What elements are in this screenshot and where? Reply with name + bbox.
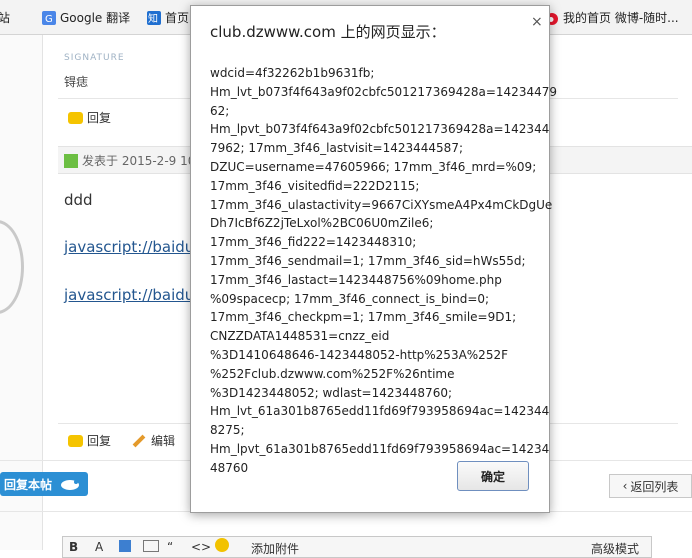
signature-label: SIGNATURE (64, 53, 125, 63)
bookmark-google-translate[interactable]: G Google 翻译 (42, 9, 130, 26)
dialog-message: wdcid=4f32262b1b9631fb; Hm_lvt_b073f4f643… (210, 64, 557, 478)
dialog-message-line: CNZZDATA1448531=cnzz_eid (210, 329, 390, 344)
signature-text: 锝痣 (64, 75, 89, 89)
bookmark-label: 首页 (165, 11, 190, 25)
dialog-message-line: Hm_lpvt_61a301b8765edd11fd69f793958694ac… (210, 441, 550, 456)
post-link[interactable]: javascript://baidu. (64, 238, 199, 256)
dialog-message-line: 7962; 17mm_3f46_lastvisit=1423444587; (210, 141, 463, 156)
google-translate-icon: G (42, 10, 56, 25)
dialog-message-line: %09spacecp; 17mm_3f46_connect_is_bind=0; (210, 291, 490, 306)
dialog-message-line: %3D1410648646-1423448052-http%253A%252F (210, 347, 508, 362)
pencil-icon (132, 434, 146, 447)
add-attachment-button[interactable]: 添加附件 (251, 540, 299, 557)
reply-post-button[interactable]: 回复本帖 (0, 472, 88, 496)
dialog-message-line: 17mm_3f46_checkpm=1; 17mm_3f46_smile=9D1… (210, 310, 517, 325)
bookmark-item[interactable]: 站 (0, 9, 10, 26)
chevron-left-icon: ‹ (622, 479, 628, 493)
dialog-message-line: %252Fclub.dzwww.com%252F%26ntime (210, 366, 455, 381)
dialog-message-line: 17mm_3f46_fid222=1423448310; (210, 235, 417, 250)
post-timestamp: 发表于 2015-2-9 10 (82, 154, 196, 168)
dialog-message-line: 17mm_3f46_lastact=1423448756%09home.php (210, 272, 502, 287)
reply-label: 回复 (87, 434, 112, 448)
bookmark-zhihu[interactable]: 知 首页 (147, 9, 189, 26)
bird-icon (61, 480, 80, 490)
bookmark-weibo[interactable]: 我的首页 微博-随时... (545, 9, 679, 26)
bold-button[interactable]: B (69, 540, 78, 554)
reply-label: 回复 (87, 111, 112, 125)
quote-icon[interactable]: “ (167, 540, 173, 554)
bookmark-label: 站 (0, 11, 11, 25)
back-to-list-button[interactable]: ‹ 返回列表 (609, 474, 692, 498)
font-color-button[interactable]: A (95, 540, 103, 554)
dialog-message-line: 62; (210, 103, 230, 118)
dialog-message-line: %3D1423448052; wdlast=1423448760; (210, 385, 453, 400)
advanced-mode-link[interactable]: 高级模式 (591, 540, 639, 557)
dialog-message-line: DZUC=username=47605966; 17mm_3f46_mrd=%0… (210, 159, 537, 174)
online-status-icon (64, 153, 78, 168)
dialog-message-line: 17mm_3f46_sendmail=1; 17mm_3f46_sid=hWs5… (210, 253, 526, 268)
ok-button[interactable]: 确定 (457, 461, 529, 491)
bookmark-label: 我的首页 微博-随时... (563, 11, 679, 25)
image-icon[interactable] (119, 540, 131, 552)
post-meta: 发表于 2015-2-9 10 (64, 152, 195, 169)
dialog-message-line: Hm_lvt_61a301b8765edd11fd69f793958694ac=… (210, 404, 550, 419)
close-icon[interactable]: × (531, 14, 543, 30)
dialog-message-line: 17mm_3f46_ulastactivity=9667CiXYsmeA4Px4… (210, 197, 553, 212)
reply-link[interactable]: 回复 (68, 109, 111, 126)
dialog-message-line: Hm_lpvt_b073f4f643a9f02cbfc501217369428a… (210, 122, 550, 137)
post-body-text: ddd (64, 191, 93, 209)
reply-icon (68, 111, 83, 124)
edit-link[interactable]: 编辑 (132, 432, 175, 449)
bookmark-label: Google 翻译 (60, 11, 131, 25)
back-to-list-label: 返回列表 (630, 479, 679, 494)
dialog-title: club.dzwww.com 上的网页显示： (210, 23, 446, 41)
zhihu-icon: 知 (147, 10, 161, 25)
editor-toolbar: B A “ <> 添加附件 高级模式 (62, 536, 652, 558)
code-icon[interactable]: <> (191, 540, 211, 554)
edit-label: 编辑 (151, 434, 176, 448)
dialog-message-line: 8275; (210, 423, 245, 438)
dialog-message-line: wdcid=4f32262b1b9631fb; (210, 66, 375, 80)
link-icon[interactable] (143, 540, 159, 552)
post-link[interactable]: javascript://baidu. (64, 286, 199, 304)
reply-post-label: 回复本帖 (4, 477, 53, 492)
reply-icon (68, 434, 83, 447)
reply-link[interactable]: 回复 (68, 432, 111, 449)
alert-dialog: club.dzwww.com 上的网页显示： × wdcid=4f32262b1… (190, 5, 557, 513)
svg-text:G: G (45, 14, 53, 25)
svg-text:知: 知 (148, 12, 158, 25)
dialog-message-line: 17mm_3f46_visitedfid=222D2115; (210, 178, 420, 193)
dialog-message-line: Dh7IcBf6Z2jTeLxol%2BC06U0mZile6; (210, 216, 434, 231)
dialog-message-line: Hm_lvt_b073f4f643a9f02cbfc501217369428a=… (210, 84, 557, 99)
